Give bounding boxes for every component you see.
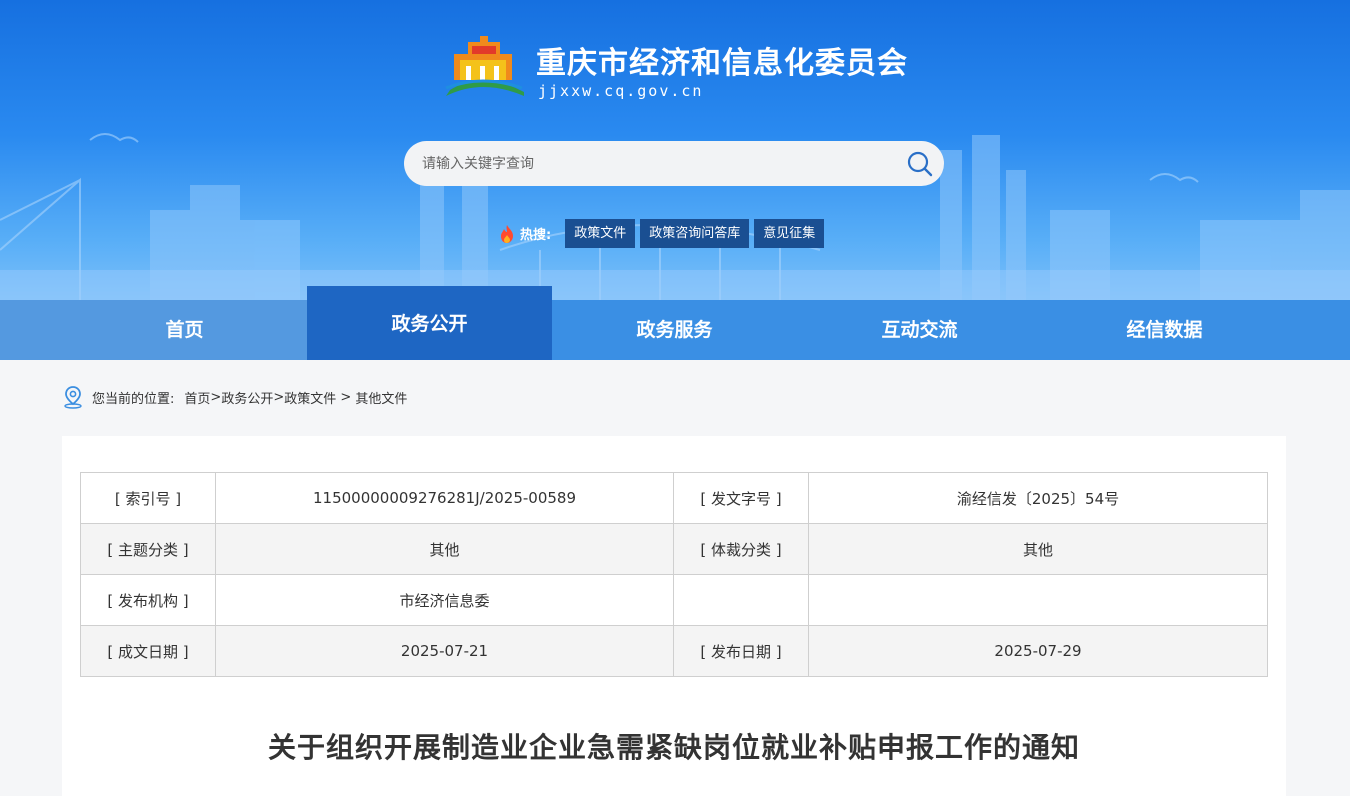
table-row: [ 索引号 ] 11500000009276281J/2025-00589 [ … — [80, 472, 1268, 524]
nav-item-interaction[interactable]: 互动交流 — [797, 300, 1042, 360]
meta-value-topic: 其他 — [215, 523, 674, 575]
meta-key-publish-date: [ 发布日期 ] — [673, 625, 809, 677]
site-brand[interactable]: 重庆市经济和信息化委员会 jjxxw.cq.gov.cn — [436, 30, 956, 102]
meta-key-publisher: [ 发布机构 ] — [80, 574, 216, 626]
breadcrumb-link-government-affairs[interactable]: 政务公开 — [221, 388, 273, 407]
meta-value-genre: 其他 — [808, 523, 1268, 575]
site-header: 重庆市经济和信息化委员会 jjxxw.cq.gov.cn 热搜: 政策文件 政策… — [0, 0, 1350, 300]
breadcrumb-separator: > — [210, 389, 222, 405]
meta-key-document-number: [ 发文字号 ] — [673, 472, 809, 524]
search-icon[interactable] — [906, 150, 934, 178]
meta-value-index-number: 11500000009276281J/2025-00589 — [215, 472, 674, 524]
government-emblem-logo — [445, 36, 524, 96]
nav-item-government-services[interactable]: 政务服务 — [552, 300, 797, 360]
main-nav: 首页 政务公开 政务服务 互动交流 经信数据 — [0, 286, 1350, 360]
meta-value-publisher: 市经济信息委 — [215, 574, 674, 626]
meta-key-index-number: [ 索引号 ] — [80, 472, 216, 524]
location-pin-icon — [64, 386, 82, 409]
nav-item-government-affairs[interactable]: 政务公开 — [307, 286, 552, 360]
meta-value-written-date: 2025-07-21 — [215, 625, 674, 677]
breadcrumb-link-other-documents[interactable]: 其他文件 — [355, 388, 407, 407]
meta-key-empty — [673, 574, 809, 626]
breadcrumb-link-home[interactable]: 首页 — [184, 388, 210, 407]
table-row: [ 主题分类 ] 其他 [ 体裁分类 ] 其他 — [80, 523, 1268, 575]
city-skyline-illustration — [0, 133, 1350, 300]
site-domain: jjxxw.cq.gov.cn — [538, 82, 704, 100]
nav-item-home[interactable]: 首页 — [62, 300, 307, 360]
search-box — [404, 141, 944, 186]
breadcrumb-prefix: 您当前的位置: — [92, 391, 175, 407]
hot-search-label: 热搜: — [520, 228, 552, 243]
breadcrumb-separator: > — [336, 389, 356, 405]
site-title: 重庆市经济和信息化委员会 — [536, 46, 908, 81]
meta-key-written-date: [ 成文日期 ] — [80, 625, 216, 677]
nav-item-data[interactable]: 经信数据 — [1042, 300, 1287, 360]
search-input[interactable] — [422, 141, 902, 186]
meta-key-topic: [ 主题分类 ] — [80, 523, 216, 575]
hot-search-bar: 热搜: 政策文件 政策咨询问答库 意见征集 — [498, 219, 829, 248]
meta-value-document-number: 渝经信发〔2025〕54号 — [808, 472, 1268, 524]
document-panel: [ 索引号 ] 11500000009276281J/2025-00589 [ … — [62, 436, 1286, 796]
meta-value-empty — [808, 574, 1268, 626]
breadcrumb-separator: > — [273, 389, 285, 405]
meta-key-genre: [ 体裁分类 ] — [673, 523, 809, 575]
document-metadata-table: [ 索引号 ] 11500000009276281J/2025-00589 [ … — [80, 472, 1268, 677]
breadcrumb-link-policy-documents[interactable]: 政策文件 — [284, 388, 336, 407]
breadcrumb: 您当前的位置: 首页 > 政务公开 > 政策文件 > 其他文件 — [62, 385, 407, 409]
hot-tag-policy-qa[interactable]: 政策咨询问答库 — [640, 219, 750, 248]
table-row: [ 成文日期 ] 2025-07-21 [ 发布日期 ] 2025-07-29 — [80, 625, 1268, 677]
document-title: 关于组织开展制造业企业急需紧缺岗位就业补贴申报工作的通知 — [267, 731, 1080, 764]
fire-icon — [501, 224, 513, 243]
hot-tag-policy-documents[interactable]: 政策文件 — [565, 219, 636, 248]
meta-value-publish-date: 2025-07-29 — [808, 625, 1268, 677]
hot-tag-opinion-collection[interactable]: 意见征集 — [754, 219, 825, 248]
table-row: [ 发布机构 ] 市经济信息委 — [80, 574, 1268, 626]
